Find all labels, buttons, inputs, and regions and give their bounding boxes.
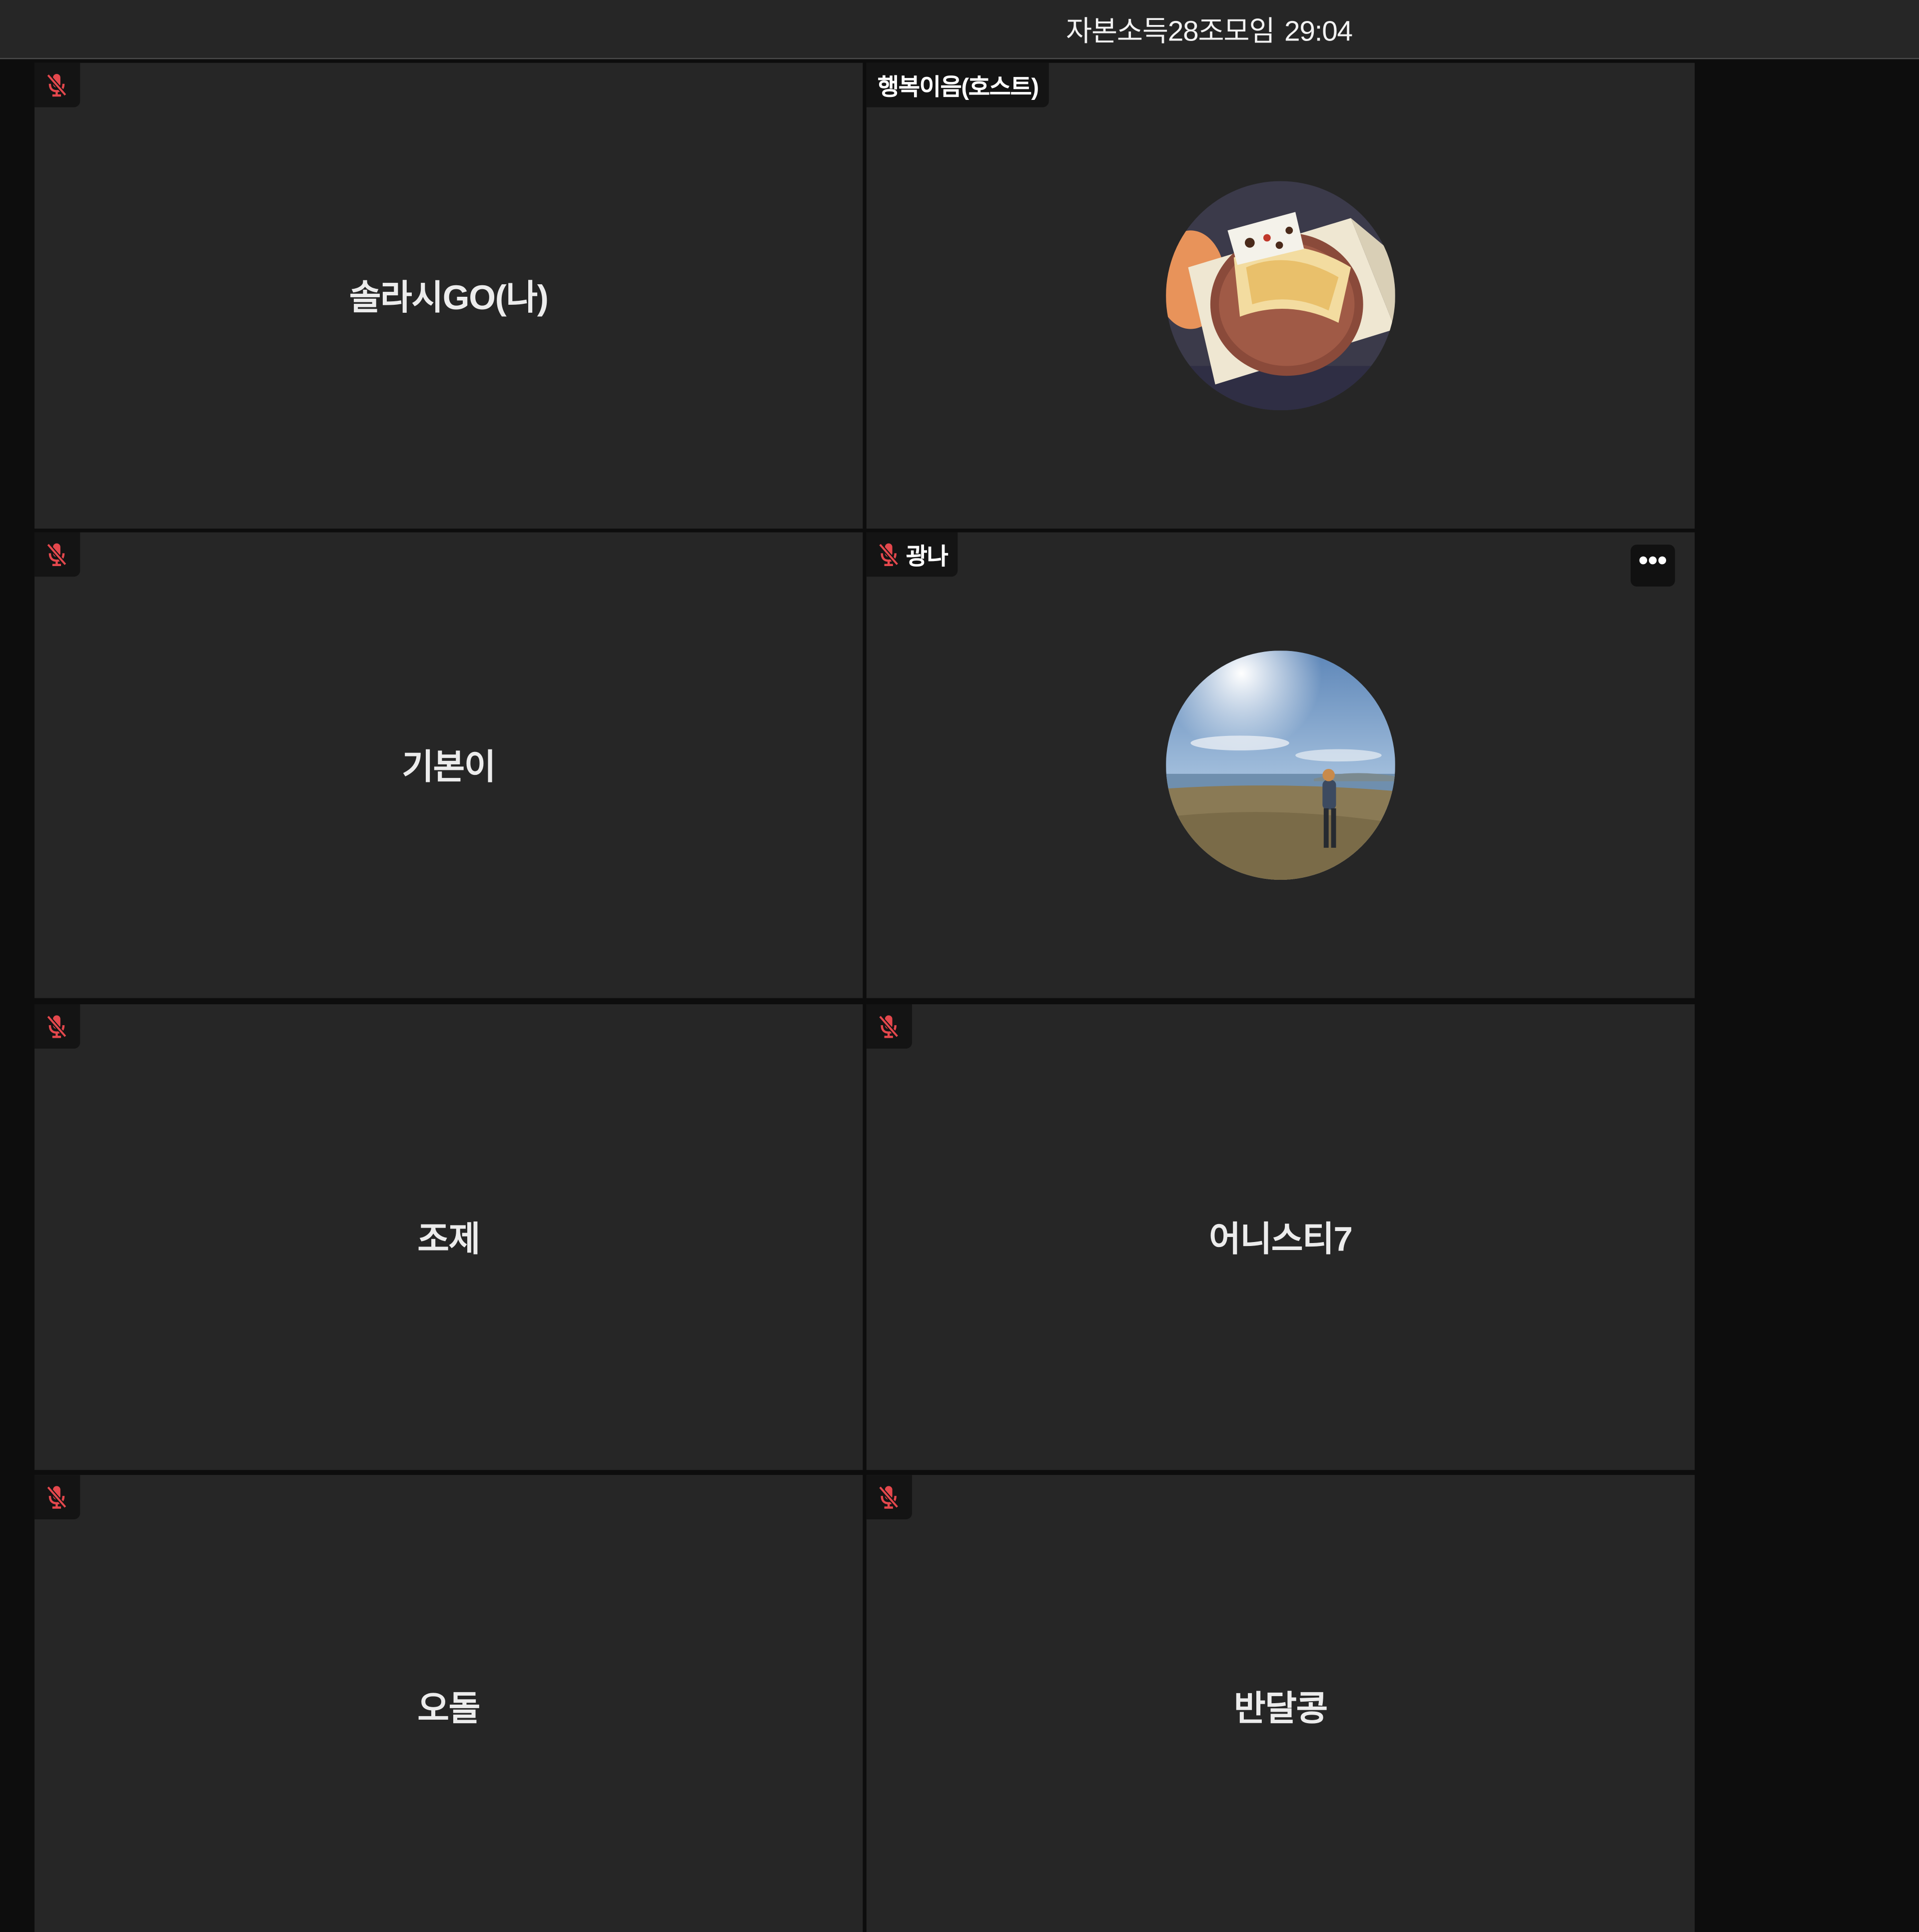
participant-status-tag: 광나 (866, 532, 958, 577)
participant-name: 오돌 (417, 1689, 480, 1728)
participant-tile-4[interactable]: 광나 ••• (866, 532, 1695, 998)
mic-off-icon (878, 1015, 899, 1038)
participant-status-tag (34, 62, 80, 107)
participant-avatar-cake (1166, 181, 1395, 411)
participant-name: 기본이 (402, 748, 496, 786)
video-meeting-window: 자본소득28조모임 29:04 솔라시GO(나) 행복이음(호스트) 기본이 광… (0, 0, 1919, 1932)
participant-tile-1[interactable]: 솔라시GO(나) (34, 62, 863, 529)
meeting-timer: 29:04 (1284, 14, 1353, 47)
participant-tile-6[interactable]: 어니스티7 (866, 1004, 1695, 1470)
participant-status-tag: 행복이음(호스트) (866, 62, 1048, 107)
participant-name: 어니스티7 (1209, 1220, 1353, 1259)
ellipsis-icon: ••• (1638, 545, 1667, 576)
participant-status-tag (34, 1475, 80, 1519)
participant-status-tag (866, 1004, 913, 1049)
participant-avatar-field (1166, 650, 1395, 880)
participant-tile-2[interactable]: 행복이음(호스트) (866, 62, 1695, 529)
participant-tile-8[interactable]: 반달콩 (866, 1475, 1695, 1932)
participant-status-tag (34, 1004, 80, 1049)
participant-tile-7[interactable]: 오돌 (34, 1475, 863, 1932)
participant-status-tag (34, 532, 80, 577)
mic-off-icon (46, 1486, 67, 1509)
participant-tag-label: 광나 (906, 544, 949, 570)
mic-off-icon (878, 543, 899, 567)
participant-name: 조제 (417, 1220, 480, 1259)
meeting-name: 자본소득28조모임 (1066, 14, 1275, 47)
participant-name: 솔라시GO(나) (349, 278, 549, 317)
field-photo-image (1166, 650, 1395, 880)
more-options-button[interactable]: ••• (1630, 545, 1675, 587)
participant-tile-3[interactable]: 기본이 (34, 532, 863, 998)
participant-status-tag (866, 1475, 913, 1519)
cake-photo-image (1166, 181, 1395, 411)
mic-off-icon (46, 1015, 67, 1038)
participant-tag-label: 행복이음(호스트) (878, 74, 1039, 101)
mic-off-icon (878, 1486, 899, 1509)
mic-off-icon (46, 73, 67, 97)
mic-off-icon (46, 543, 67, 567)
participant-name: 반달콩 (1234, 1689, 1328, 1728)
meeting-header: 자본소득28조모임 29:04 (0, 0, 1919, 59)
participant-tile-5[interactable]: 조제 (34, 1004, 863, 1470)
meeting-title: 자본소득28조모임 29:04 (0, 7, 1919, 49)
